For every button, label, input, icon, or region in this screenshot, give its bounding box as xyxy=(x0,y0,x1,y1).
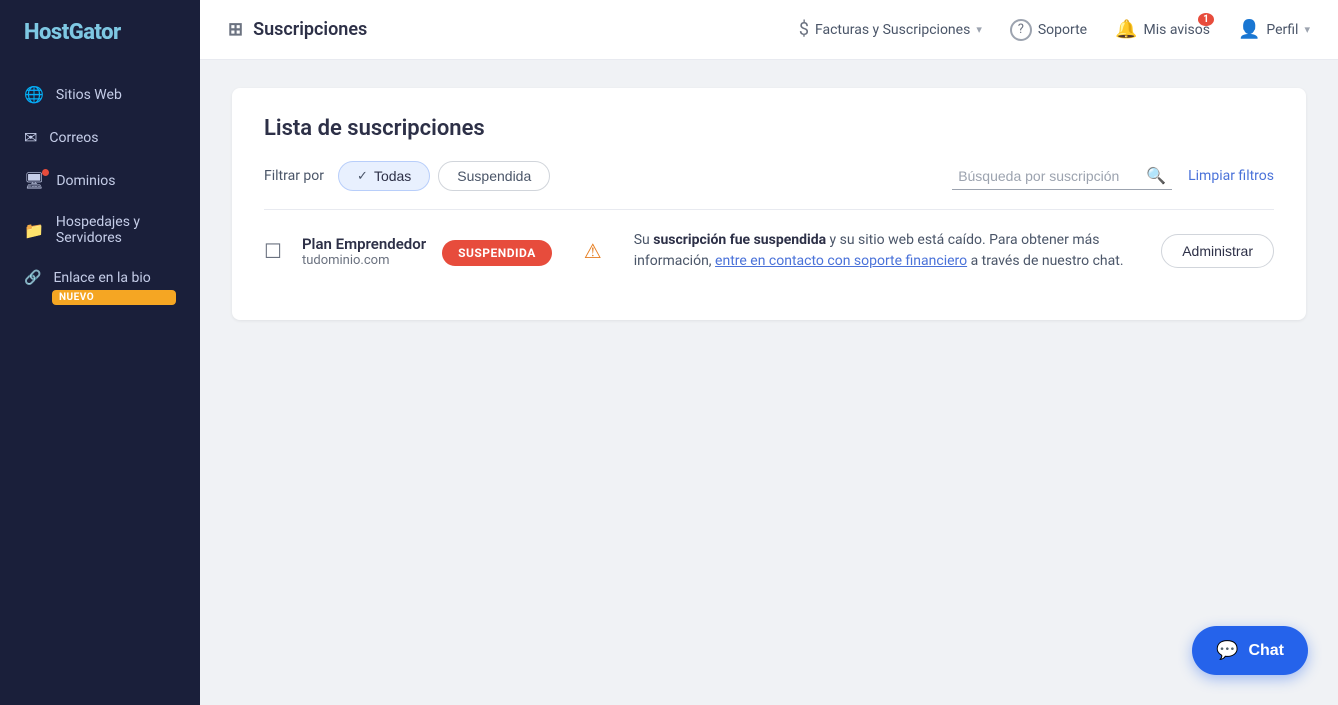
nuevo-badge: NUEVO xyxy=(52,290,176,305)
subscriptions-card: Lista de suscripciones Filtrar por ✓ Tod… xyxy=(232,88,1306,320)
nav-soporte[interactable]: ? Soporte xyxy=(1010,19,1087,41)
sidebar-item-hospedajes[interactable]: 📁 Hospedajes y Servidores xyxy=(0,202,200,258)
monitor-icon: 🖥 xyxy=(24,171,44,190)
user-icon: 👤 xyxy=(1238,19,1260,40)
chat-icon: 💬 xyxy=(1216,640,1238,661)
main-content: ⊞ Suscripciones $ Facturas y Suscripcion… xyxy=(200,0,1338,705)
alert-icon: ⚠ xyxy=(584,239,602,263)
folder-icon: 📁 xyxy=(24,221,44,240)
search-box[interactable]: 🔍 xyxy=(952,162,1172,190)
filters-row: Filtrar por ✓ Todas Suspendida 🔍 xyxy=(264,161,1274,191)
search-area: 🔍 Limpiar filtros xyxy=(952,162,1274,190)
subscription-status: SUSPENDIDA xyxy=(442,242,552,261)
chevron-perfil-icon: ▾ xyxy=(1304,23,1310,36)
globe-icon: 🌐 xyxy=(24,85,44,104)
notification-badge: 1 xyxy=(1198,13,1214,26)
sidebar-item-correos[interactable]: ✉ Correos xyxy=(0,116,200,159)
search-icon: 🔍 xyxy=(1146,166,1166,185)
admin-button[interactable]: Administrar xyxy=(1161,234,1274,268)
sidebar: HostGator 🌐 Sitios Web ✉ Correos 🖥 Domin… xyxy=(0,0,200,705)
link-icon: 🔗 xyxy=(24,270,41,286)
subscription-folder-icon: ☐ xyxy=(264,239,282,263)
status-badge: SUSPENDIDA xyxy=(442,240,552,266)
page-header-title: ⊞ Suscripciones xyxy=(228,19,367,40)
message-text-3: a través de nuestro chat. xyxy=(967,253,1123,269)
sidebar-item-sitios-web[interactable]: 🌐 Sitios Web xyxy=(0,73,200,116)
header: ⊞ Suscripciones $ Facturas y Suscripcion… xyxy=(200,0,1338,60)
nav-facturas[interactable]: $ Facturas y Suscripciones ▾ xyxy=(799,19,982,40)
subscription-domain: tudominio.com xyxy=(302,253,426,268)
message-bold: suscripción fue suspendida xyxy=(653,232,826,248)
filter-label: Filtrar por xyxy=(264,168,324,184)
sidebar-item-dominios[interactable]: 🖥 Dominios xyxy=(0,159,200,202)
subscription-info: Plan Emprendedor tudominio.com xyxy=(302,235,426,268)
message-text-1: Su xyxy=(634,232,654,248)
filter-tab-todas[interactable]: ✓ Todas xyxy=(338,161,430,191)
content-area: Lista de suscripciones Filtrar por ✓ Tod… xyxy=(200,60,1338,705)
header-nav: $ Facturas y Suscripciones ▾ ? Soporte 🔔… xyxy=(799,19,1310,41)
subscription-message: Su suscripción fue suspendida y su sitio… xyxy=(634,230,1129,272)
nav-perfil[interactable]: 👤 Perfil ▾ xyxy=(1238,19,1310,40)
chevron-facturas-icon: ▾ xyxy=(976,23,982,36)
card-title: Lista de suscripciones xyxy=(264,116,1274,141)
sidebar-item-enlace-bio[interactable]: 🔗 Enlace en la bio NUEVO xyxy=(0,258,200,317)
nav-mis-avisos[interactable]: 🔔 1 Mis avisos xyxy=(1115,19,1210,40)
sidebar-nav: 🌐 Sitios Web ✉ Correos 🖥 Dominios 📁 Hosp… xyxy=(0,65,200,325)
dominios-dot xyxy=(42,169,49,176)
filter-tab-suspendida[interactable]: Suspendida xyxy=(438,161,550,191)
bell-icon: 🔔 xyxy=(1115,19,1137,40)
check-icon: ✓ xyxy=(357,168,368,184)
grid-icon: ⊞ xyxy=(228,19,243,40)
clear-filters-link[interactable]: Limpiar filtros xyxy=(1188,168,1274,184)
sidebar-logo: HostGator xyxy=(0,0,200,65)
mail-icon: ✉ xyxy=(24,128,37,147)
search-input[interactable] xyxy=(958,168,1138,184)
subscription-row: ☐ Plan Emprendedor tudominio.com SUSPEND… xyxy=(264,209,1274,292)
alert-area: ⚠ xyxy=(584,239,602,263)
subscription-name: Plan Emprendedor xyxy=(302,235,426,253)
dollar-icon: $ xyxy=(799,19,809,40)
soporte-financiero-link[interactable]: entre en contacto con soporte financiero xyxy=(715,253,967,269)
question-icon: ? xyxy=(1010,19,1032,41)
filter-tabs: ✓ Todas Suspendida xyxy=(338,161,558,191)
chat-button[interactable]: 💬 Chat xyxy=(1192,626,1308,675)
